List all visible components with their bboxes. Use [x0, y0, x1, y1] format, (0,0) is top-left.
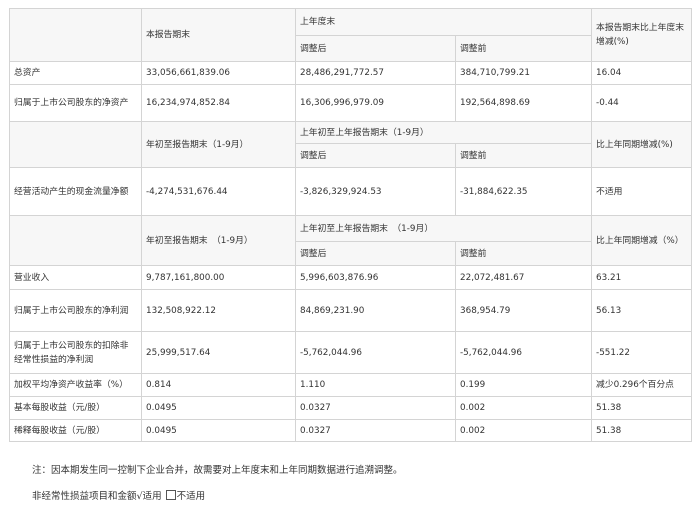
table-row: 经营活动产生的现金流量净额 -4,274,531,676.44 -3,826,3…: [9, 167, 693, 216]
cell-value: 33,056,661,839.06: [141, 61, 296, 85]
cell-value: 192,564,898.69: [454, 84, 593, 122]
cell-value: 0.0327: [295, 396, 456, 420]
table-row: 加权平均净资产收益率（%） 0.814 1.110 0.199 减少0.296个…: [9, 373, 693, 397]
cell-value: 56.13: [591, 289, 693, 332]
header-last-year-ytd: 上年初至上年报告期末（1-9月）: [294, 121, 593, 144]
header-blank: [9, 121, 142, 168]
cell-value: -551.22: [591, 331, 693, 374]
cell-value: 不适用: [591, 167, 693, 216]
cell-value: 384,710,799.21: [454, 61, 593, 85]
cell-value: 22,072,481.67: [454, 265, 593, 290]
cell-value: -4,274,531,676.44: [141, 167, 296, 216]
cell-value: 63.21: [591, 265, 693, 290]
cell-value: 84,869,231.90: [295, 289, 456, 332]
financial-data-table: 本报告期末 上年度末 本报告期末比上年度末增减(%) 调整后 调整前 总资产 3…: [9, 8, 693, 442]
cell-value: 16,234,974,852.84: [141, 84, 296, 122]
nonrecurring-applicability: 非经常性损益项目和金额√适用 不适用: [32, 488, 205, 502]
cell-value: 28,486,291,772.57: [295, 61, 456, 85]
cell-value: 5,996,603,876.96: [295, 265, 456, 290]
header-adjusted-after: 调整后: [295, 35, 456, 62]
table-row: 营业收入 9,787,161,800.00 5,996,603,876.96 2…: [9, 265, 693, 290]
cell-value: 0.0495: [141, 419, 296, 442]
cell-value: 0.814: [141, 373, 296, 397]
cell-value: 51.38: [591, 396, 693, 420]
nonrecurring-label: 非经常性损益项目和金额: [32, 491, 137, 502]
table-row: 归属于上市公司股东的扣除非经常性损益的净利润 25,999,517.64 -5,…: [9, 331, 693, 374]
row-label: 营业收入: [9, 265, 142, 290]
cell-value: 0.0327: [295, 419, 456, 442]
table-row: 基本每股收益（元/股） 0.0495 0.0327 0.002 51.38: [9, 396, 693, 420]
table-row: 稀释每股收益（元/股） 0.0495 0.0327 0.002 51.38: [9, 419, 693, 442]
cell-value: 132,508,922.12: [141, 289, 296, 332]
header-last-year-ytd: 上年初至上年报告期末 （1-9月）: [294, 215, 593, 242]
row-label: 加权平均净资产收益率（%）: [9, 373, 142, 397]
cell-value: 0.002: [454, 419, 593, 442]
option-not-applicable: 不适用: [176, 491, 206, 502]
table-row: 归属于上市公司股东的净利润 132,508,922.12 84,869,231.…: [9, 289, 693, 332]
row-label: 总资产: [9, 61, 142, 85]
checkbox-empty-icon: [165, 490, 176, 500]
cell-value: 1.110: [295, 373, 456, 397]
cell-value: 51.38: [591, 419, 693, 442]
row-label: 归属于上市公司股东的净资产: [9, 84, 142, 122]
table-row: 归属于上市公司股东的净资产 16,234,974,852.84 16,306,9…: [9, 84, 693, 122]
cell-value: 25,999,517.64: [141, 331, 296, 374]
header-adjusted-before: 调整前: [454, 241, 593, 266]
cell-value: 0.002: [454, 396, 593, 420]
header-this-period: 本报告期末: [141, 8, 296, 62]
cell-value: 16.04: [591, 61, 693, 85]
row-label: 基本每股收益（元/股）: [9, 396, 142, 420]
header-adjusted-after: 调整后: [295, 143, 456, 168]
header-last-year-end: 上年度末: [294, 8, 593, 36]
cell-value: -0.44: [591, 84, 693, 122]
restatement-note: 注：因本期发生同一控制下企业合并，故需要对上年度末和上年同期数据进行追溯调整。: [32, 465, 403, 476]
table-row: 总资产 33,056,661,839.06 28,486,291,772.57 …: [9, 61, 693, 85]
header-ytd: 年初至报告期末（1-9月）: [141, 121, 296, 168]
cell-value: -5,762,044.96: [454, 331, 593, 374]
row-label: 归属于上市公司股东的净利润: [9, 289, 142, 332]
header-yoy-change: 比上年同期增减（%）: [591, 215, 693, 266]
header-yoy-change: 比上年同期增减(%): [591, 121, 693, 168]
header-change: 本报告期末比上年度末增减(%): [591, 8, 693, 62]
cell-value: 0.0495: [141, 396, 296, 420]
row-label: 经营活动产生的现金流量净额: [9, 167, 142, 216]
cell-value: -31,884,622.35: [454, 167, 593, 216]
cell-value: 0.199: [454, 373, 593, 397]
header-adjusted-after: 调整后: [295, 241, 456, 266]
cell-value: 16,306,996,979.09: [295, 84, 456, 122]
cell-value: -5,762,044.96: [295, 331, 456, 374]
row-label: 稀释每股收益（元/股）: [9, 419, 142, 442]
header-adjusted-before: 调整前: [454, 35, 593, 62]
header-adjusted-before: 调整前: [454, 143, 593, 168]
cell-value: 9,787,161,800.00: [141, 265, 296, 290]
option-applicable: √适用: [136, 491, 162, 502]
cell-value: 减少0.296个百分点: [591, 373, 693, 397]
header-ytd: 年初至报告期末 （1-9月）: [141, 215, 296, 266]
row-label: 归属于上市公司股东的扣除非经常性损益的净利润: [9, 331, 142, 374]
header-blank: [9, 215, 142, 266]
header-blank: [9, 8, 142, 62]
cell-value: 368,954.79: [454, 289, 593, 332]
cell-value: -3,826,329,924.53: [295, 167, 456, 216]
